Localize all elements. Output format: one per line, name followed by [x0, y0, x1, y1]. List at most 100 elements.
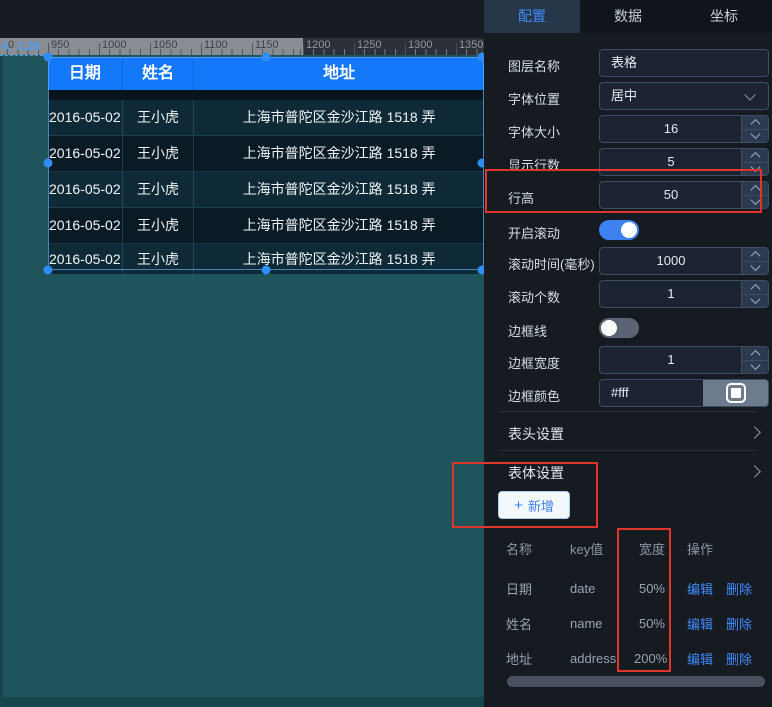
layer-name-value: 表格	[611, 50, 637, 76]
canvas-bottom-scroll-area[interactable]	[0, 697, 484, 707]
col-name: 地址	[506, 649, 570, 668]
ruler-label: 1050	[153, 39, 177, 51]
field-label-enable-scroll: 开启滚动	[508, 223, 560, 242]
cell-date: 2016-05-02	[48, 136, 123, 171]
font-align-select[interactable]: 居中	[599, 82, 769, 110]
section-divider	[500, 411, 756, 412]
section-header-settings[interactable]: 表头设置	[508, 424, 564, 444]
field-label-row-count: 显示行数	[508, 155, 560, 174]
resize-handle-sw[interactable]	[44, 266, 53, 275]
border-color-input[interactable]: #fff	[600, 380, 703, 406]
increment-button[interactable]	[742, 182, 768, 196]
delete-link[interactable]: 删除	[726, 614, 752, 633]
border-width-value: 1	[600, 347, 742, 373]
col-key: name	[570, 616, 634, 631]
cell-date: 2016-05-02	[48, 100, 123, 135]
field-label-border-width: 边框宽度	[508, 353, 560, 372]
border-color-control[interactable]: #fff	[599, 379, 769, 407]
field-label-font-align: 字体位置	[508, 89, 560, 108]
edit-link[interactable]: 编辑	[687, 579, 713, 598]
delete-link[interactable]: 删除	[726, 649, 752, 668]
chevron-down-icon	[750, 162, 760, 172]
row-count-value: 5	[600, 149, 742, 175]
config-panel: 配置 数据 坐标 图层名称 表格 字体位置 居中 字体大小 16 显示行数 5 …	[484, 0, 772, 707]
border-line-toggle[interactable]	[599, 318, 639, 338]
decrement-button[interactable]	[742, 262, 768, 275]
panel-scrollbar-thumb[interactable]	[507, 676, 765, 687]
cell-name: 王小虎	[123, 136, 195, 171]
enable-scroll-toggle[interactable]	[599, 220, 639, 240]
ruler-label: 1300	[408, 39, 432, 51]
increment-button[interactable]	[742, 281, 768, 295]
scroll-time-stepper[interactable]: 1000	[599, 247, 769, 275]
columns-table-row: 日期 date 50% 编辑 删除	[484, 578, 772, 598]
tab-data[interactable]: 数据	[580, 0, 676, 33]
resize-handle-w[interactable]	[44, 159, 53, 168]
chevron-right-icon[interactable]	[748, 465, 761, 478]
ruler-label: 1100	[204, 39, 228, 51]
increment-button[interactable]	[742, 347, 768, 361]
chevron-up-icon	[750, 152, 760, 162]
ruler-label: 1150	[255, 39, 279, 51]
chevron-up-icon	[750, 251, 760, 261]
border-width-stepper[interactable]: 1	[599, 346, 769, 374]
section-divider	[500, 450, 756, 451]
font-size-stepper[interactable]: 16	[599, 115, 769, 143]
chevron-right-icon[interactable]	[748, 426, 761, 439]
cell-address: 上海市普陀区金沙江路 1518 弄	[194, 244, 484, 274]
editor-toolbar	[0, 0, 484, 38]
chevron-up-icon	[750, 350, 760, 360]
increment-button[interactable]	[742, 116, 768, 130]
section-body-settings[interactable]: 表体设置	[508, 463, 564, 483]
table-row: 2016-05-02 王小虎 上海市普陀区金沙江路 1518 弄	[48, 172, 484, 208]
edit-link[interactable]: 编辑	[687, 649, 713, 668]
scroll-time-value: 1000	[600, 248, 742, 274]
ruler-label: 950	[51, 39, 69, 51]
tab-coordinate[interactable]: 坐标	[676, 0, 772, 33]
resize-handle-nw[interactable]	[44, 53, 53, 62]
color-picker-button[interactable]	[703, 380, 768, 406]
ruler-label: 1250	[357, 39, 381, 51]
chevron-up-icon	[750, 119, 760, 129]
col-key: date	[570, 581, 634, 596]
scroll-count-stepper[interactable]: 1	[599, 280, 769, 308]
zoom-scale-readout: 1.26	[17, 39, 40, 53]
selection-guide-line	[0, 55, 48, 56]
font-align-value: 居中	[611, 83, 637, 109]
resize-handle-s[interactable]	[262, 266, 271, 275]
ruler-label: 1000	[102, 39, 126, 51]
table-component[interactable]: 日期 姓名 地址 2016-05-02 王小虎 上海市普陀区金沙江路 1518 …	[48, 57, 484, 270]
row-count-stepper[interactable]: 5	[599, 148, 769, 176]
cell-name: 王小虎	[123, 172, 195, 207]
columns-table-row: 地址 address 200% 编辑 删除	[484, 648, 772, 668]
ruler-label: 1200	[306, 39, 330, 51]
decrement-button[interactable]	[742, 163, 768, 176]
cell-name: 王小虎	[123, 100, 195, 135]
delete-link[interactable]: 删除	[726, 579, 752, 598]
field-label-row-height: 行高	[508, 188, 534, 207]
cell-name: 王小虎	[123, 208, 195, 243]
tab-config[interactable]: 配置	[484, 0, 580, 33]
cell-name: 王小虎	[123, 244, 195, 274]
panel-tabbar: 配置 数据 坐标	[484, 0, 772, 33]
col-width: 50%	[634, 581, 665, 596]
cell-address: 上海市普陀区金沙江路 1518 弄	[194, 208, 484, 243]
edit-link[interactable]: 编辑	[687, 614, 713, 633]
add-column-button[interactable]: + 新增	[498, 491, 570, 519]
increment-button[interactable]	[742, 248, 768, 262]
resize-handle-n[interactable]	[262, 53, 271, 62]
increment-button[interactable]	[742, 149, 768, 163]
decrement-button[interactable]	[742, 130, 768, 143]
row-height-stepper[interactable]: 50	[599, 181, 769, 209]
col-width: 50%	[634, 616, 665, 631]
field-label-border-color: 边框颜色	[508, 386, 560, 405]
field-label-scroll-count: 滚动个数	[508, 287, 560, 306]
layer-name-input[interactable]: 表格	[599, 49, 769, 77]
chevron-down-icon	[750, 129, 760, 139]
decrement-button[interactable]	[742, 361, 768, 374]
field-label-font-size: 字体大小	[508, 122, 560, 141]
decrement-button[interactable]	[742, 196, 768, 209]
col-width: 200%	[634, 651, 665, 666]
cursor-coordinate-readout: 4,	[1, 39, 11, 53]
decrement-button[interactable]	[742, 295, 768, 308]
